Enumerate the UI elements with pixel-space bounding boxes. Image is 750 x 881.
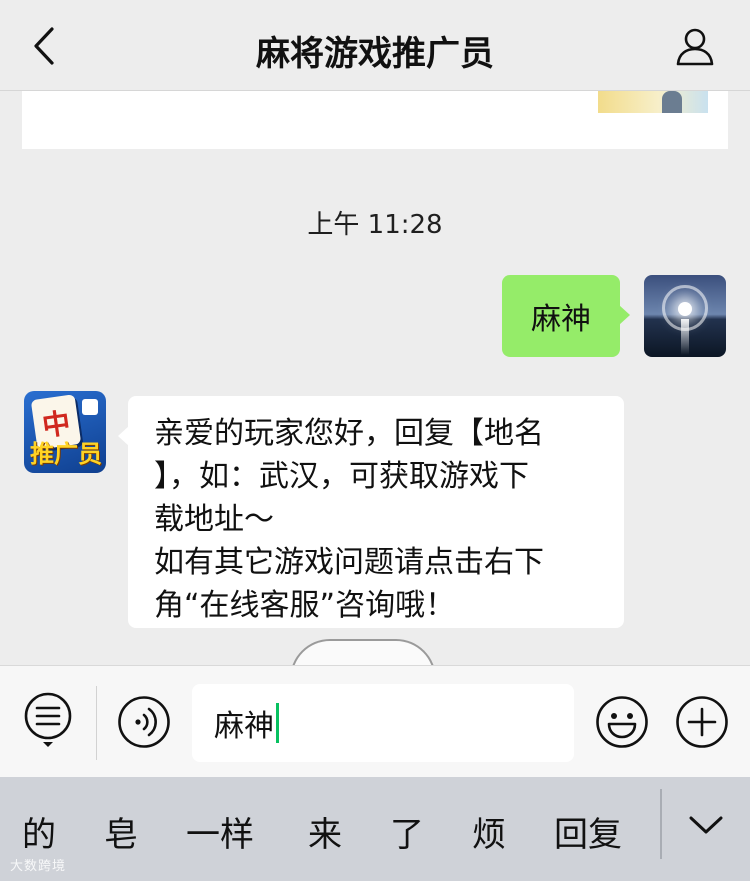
bot-message-line: 亲爱的玩家您好，回复【地名	[154, 416, 544, 451]
bot-message-line: 】，如：武汉，可获取游戏下	[154, 459, 529, 494]
profile-button[interactable]	[672, 24, 718, 68]
previous-message-card[interactable]	[22, 91, 728, 149]
my-message-bubble[interactable]: 麻神	[502, 275, 630, 357]
message-timestamp: 上午 11:28	[307, 210, 443, 240]
my-message-text: 麻神	[531, 302, 591, 337]
emoji-button[interactable]	[594, 694, 650, 750]
avatar-water-glint	[681, 319, 689, 355]
voice-icon	[118, 696, 170, 748]
message-input-text: 麻神	[214, 709, 274, 744]
input-divider	[96, 686, 97, 760]
message-input[interactable]: 麻神	[192, 684, 574, 762]
watermark: 大数跨境	[10, 859, 67, 874]
expand-candidates-button[interactable]	[682, 805, 730, 845]
chat-area[interactable]: 上午 11:28 麻神 中 推广员 亲爱的玩家您好，回复【地名 】，如：武汉，可…	[0, 91, 750, 665]
chevron-down-icon	[689, 816, 723, 834]
bot-avatar[interactable]: 中 推广员	[24, 391, 106, 473]
plus-icon	[676, 696, 728, 748]
more-button[interactable]	[674, 694, 730, 750]
chat-title: 麻将游戏推广员	[256, 34, 494, 74]
avatar-sun	[678, 302, 692, 316]
candidate-divider	[660, 789, 662, 859]
input-bar: 麻神	[0, 665, 750, 777]
my-avatar[interactable]	[644, 275, 726, 357]
candidate-item[interactable]: 皂	[104, 807, 138, 856]
emoji-icon	[596, 696, 648, 748]
candidate-item[interactable]: 回复	[554, 807, 622, 856]
candidate-item[interactable]: 一样	[186, 807, 254, 856]
candidate-item[interactable]: 烦	[472, 807, 506, 856]
bot-message-line: 载地址～	[154, 502, 274, 537]
previous-message-thumbnail	[598, 91, 708, 113]
menu-button[interactable]	[22, 690, 74, 750]
bot-avatar-label: 推广员	[30, 440, 102, 468]
candidate-item[interactable]: 了	[390, 807, 424, 856]
bot-message-line: 如有其它游戏问题请点击右下	[154, 545, 544, 580]
text-caret	[276, 703, 279, 743]
figure-illustration	[662, 91, 682, 113]
dice-icon	[82, 399, 98, 415]
ime-candidate-bar: 的 皂 一样 来 了 烦 回复 大数跨境	[0, 777, 750, 881]
candidate-item[interactable]: 的	[22, 807, 56, 856]
bot-message-bubble[interactable]: 亲爱的玩家您好，回复【地名 】，如：武汉，可获取游戏下 载地址～ 如有其它游戏问…	[118, 396, 624, 628]
person-icon	[676, 28, 714, 66]
next-message-peek	[290, 639, 436, 665]
bubble-tail	[619, 305, 630, 325]
bubble-tail	[118, 426, 129, 446]
voice-button[interactable]	[116, 694, 172, 750]
candidate-item[interactable]: 来	[308, 807, 342, 856]
nav-bar: 麻将游戏推广员	[0, 0, 750, 91]
bot-message-line: 角“在线客服”咨询哦！	[154, 588, 456, 623]
list-menu-icon	[24, 692, 72, 747]
